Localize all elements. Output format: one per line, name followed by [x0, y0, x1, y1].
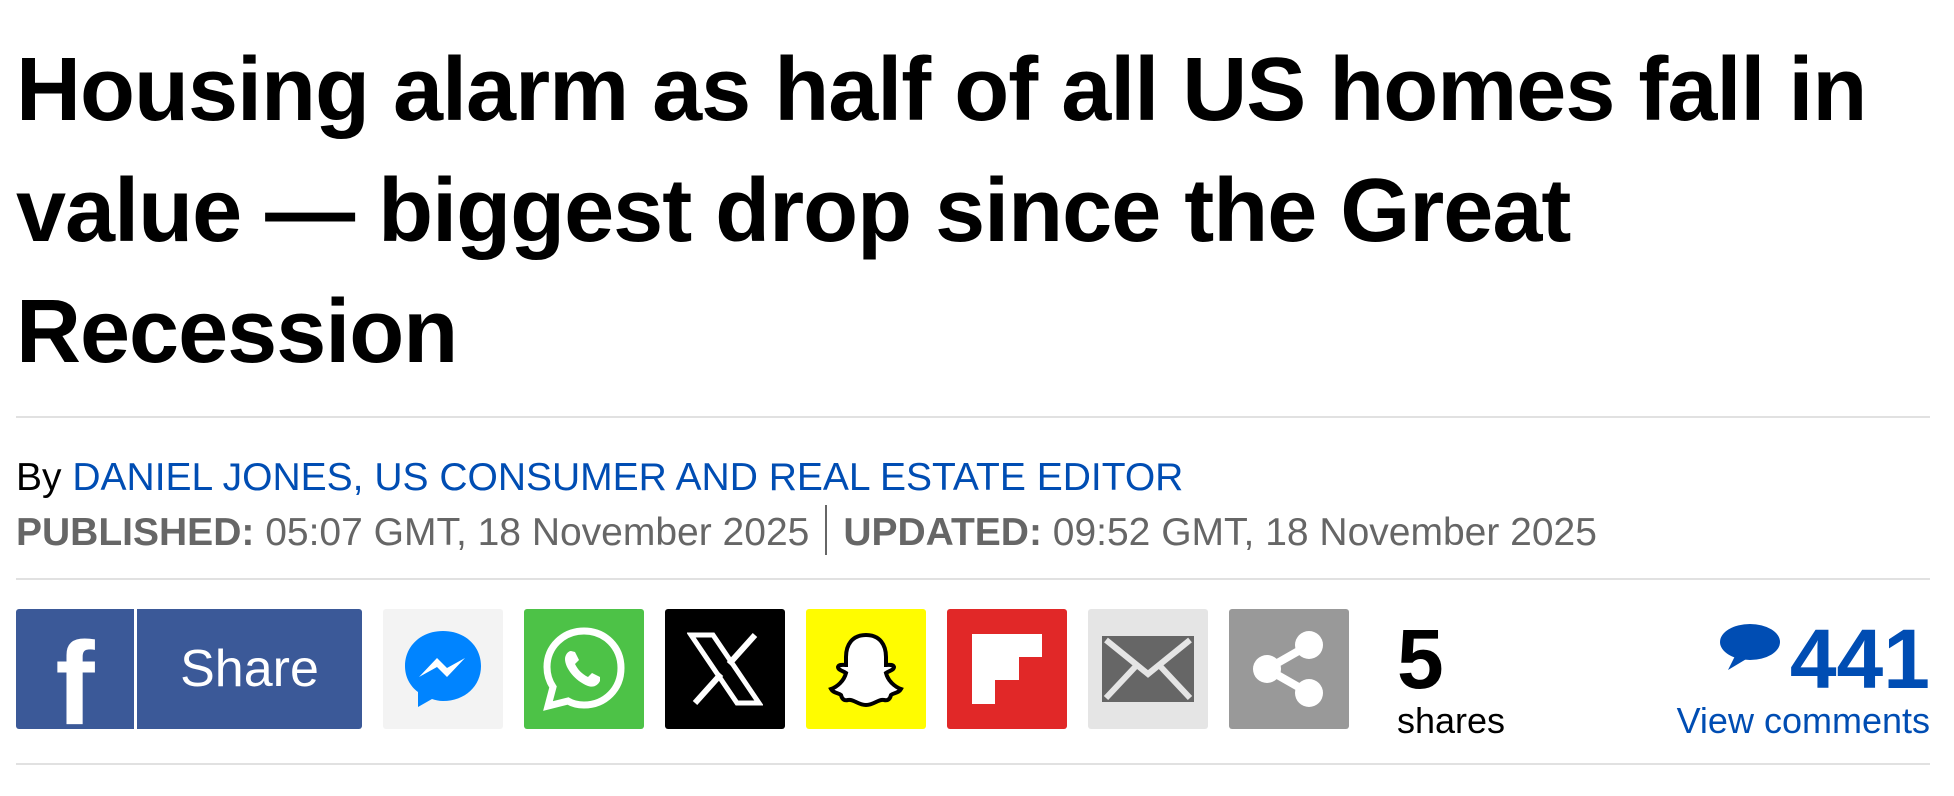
facebook-share-button[interactable]: f Share	[16, 609, 362, 743]
published-label: PUBLISHED:	[16, 511, 255, 554]
author-link[interactable]: DANIEL JONES, US CONSUMER AND REAL ESTAT…	[72, 456, 1183, 499]
comment-count-number: 441	[1789, 612, 1930, 706]
snapchat-icon	[828, 632, 904, 708]
headline: Housing alarm as half of all US homes fa…	[16, 40, 1867, 382]
flipboard-icon	[972, 634, 1042, 704]
divider-middle	[16, 578, 1930, 580]
article-dates: PUBLISHED: 05:07 GMT, 18 November 2025 UP…	[16, 505, 1597, 556]
divider-bottom	[16, 763, 1930, 765]
whatsapp-share-button[interactable]	[524, 609, 644, 729]
date-separator	[825, 505, 828, 555]
share-count-label: shares	[1397, 700, 1506, 741]
share-icon	[1253, 631, 1323, 707]
speech-bubble-icon	[1719, 624, 1780, 670]
x-icon	[687, 632, 763, 706]
share-count: 5 shares	[1397, 609, 1547, 741]
view-comments-link[interactable]: View comments	[1677, 701, 1930, 741]
updated-date: 09:52 GMT, 18 November 2025	[1052, 511, 1597, 554]
more-share-button[interactable]	[1229, 609, 1349, 729]
email-icon	[1102, 636, 1194, 702]
email-share-button[interactable]	[1088, 609, 1208, 729]
share-bar: f Share 5 shares 441 View comments	[16, 609, 1930, 743]
divider-top	[16, 416, 1930, 418]
published-date: 05:07 GMT, 18 November 2025	[265, 511, 810, 554]
share-count-number: 5	[1397, 612, 1444, 706]
comment-count[interactable]: 441	[1677, 617, 1930, 701]
whatsapp-icon	[543, 627, 625, 711]
comments-block[interactable]: 441 View comments	[1677, 609, 1930, 741]
flipboard-share-button[interactable]	[947, 609, 1067, 729]
byline-prefix: By	[16, 456, 62, 499]
snapchat-share-button[interactable]	[806, 609, 926, 729]
byline: By DANIEL JONES, US CONSUMER AND REAL ES…	[16, 455, 1183, 501]
facebook-share-label: Share	[180, 640, 319, 698]
x-share-button[interactable]	[665, 609, 785, 729]
updated-label: UPDATED:	[843, 511, 1042, 554]
messenger-share-button[interactable]	[383, 609, 503, 729]
facebook-icon: f	[16, 609, 137, 743]
messenger-icon	[405, 631, 481, 707]
